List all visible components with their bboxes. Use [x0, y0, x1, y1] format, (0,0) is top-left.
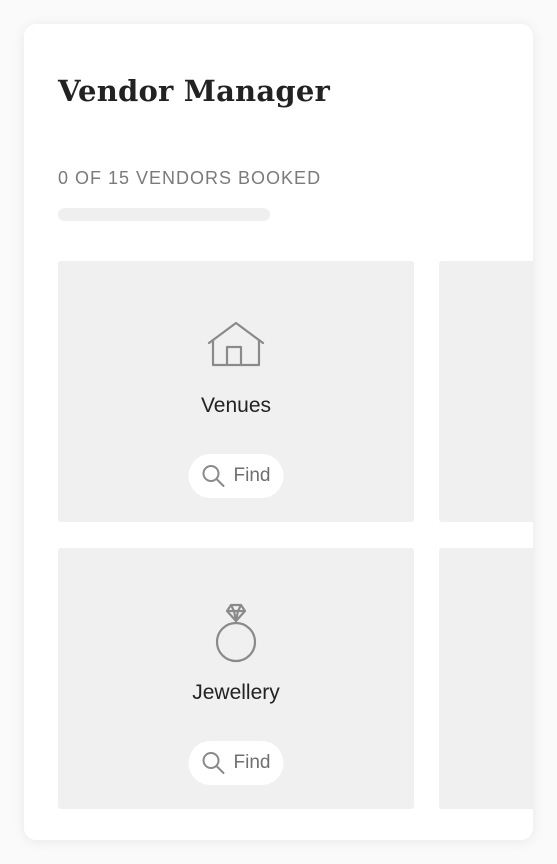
vendor-tile-venues[interactable]: Venues Find [58, 261, 414, 522]
vendors-booked-count: 0 OF 15 VENDORS BOOKED [58, 168, 322, 188]
vendor-manager-card: Vendor Manager 0 OF 15 VENDORS BOOKED Ve… [24, 24, 533, 840]
vendor-tile-label: Jewellery [192, 681, 280, 704]
vendors-booked-progress-bar [58, 208, 270, 221]
house-icon [207, 321, 265, 372]
find-button-label: Find [233, 752, 271, 773]
vendor-tile-jewellery[interactable]: Jewellery Find [58, 548, 414, 809]
search-icon [202, 464, 226, 488]
find-venues-button[interactable]: Find [188, 454, 284, 498]
page-title: Vendor Manager [58, 74, 330, 108]
find-button-label: Find [233, 465, 271, 486]
vendor-tile-label: Venues [200, 394, 272, 417]
ring-icon [214, 603, 258, 670]
find-jewellery-button[interactable]: Find [188, 741, 284, 785]
vendor-tile[interactable] [439, 261, 533, 522]
vendor-tile[interactable] [439, 548, 533, 809]
search-icon [202, 751, 226, 775]
